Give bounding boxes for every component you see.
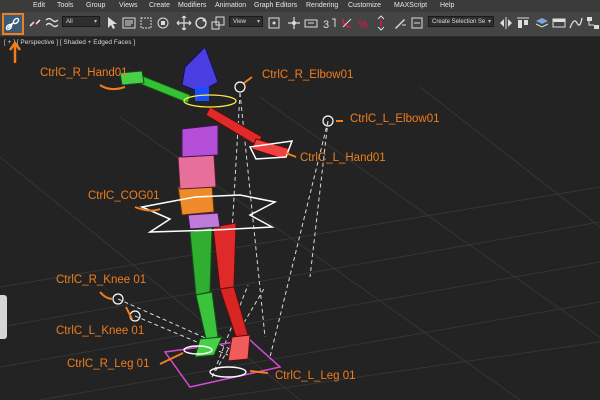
menu-create[interactable]: Create [149,1,170,10]
callout-l-hand: CtrlC_L_Hand01 [300,152,386,164]
menu-animation[interactable]: Animation [215,1,246,10]
edit-named-selection-icon[interactable] [392,15,408,31]
menu-tools[interactable]: Tools [57,1,73,10]
named-selection-set-placeholder: Create Selection Se [432,19,486,25]
select-object-icon[interactable] [104,15,120,31]
svg-text:%: % [358,19,368,31]
snaps-toggle-icon[interactable]: 3 [322,15,338,31]
percent-snap-icon[interactable]: % [356,15,372,31]
menu-edit[interactable]: Edit [33,1,45,10]
torso-mesh [177,124,221,230]
menu-help[interactable]: Help [440,1,454,10]
select-and-link-button[interactable] [2,13,24,35]
menu-maxscript[interactable]: MAXScript [394,1,427,10]
command-panel-tab[interactable] [0,295,7,339]
graphite-ribbon-icon[interactable] [551,15,567,31]
neck-mesh [195,87,209,101]
neck-control [183,94,237,108]
spinner-snap-icon[interactable] [373,15,389,31]
viewport-scene [0,40,600,400]
chevron-down-icon: ▾ [487,19,491,25]
head-mesh [181,46,219,93]
schematic-view-icon[interactable] [585,15,599,31]
callout-l-elbow: CtrlC_L_Elbow01 [350,113,440,125]
mirror-icon[interactable] [498,15,514,31]
callout-cog: CtrlC_COG01 [88,190,160,202]
left-arm-mesh [205,106,291,160]
callout-r-knee: CtrlC_R_Knee 01 [56,274,147,286]
callout-r-hand: CtrlC_R_Hand01 [40,67,128,79]
layer-manager-icon[interactable] [534,15,550,31]
window-crossing-icon[interactable] [155,15,171,31]
select-by-name-icon[interactable] [121,15,137,31]
unlink-icon[interactable] [27,15,43,31]
callout-l-knee: CtrlC_L_Knee 01 [56,325,145,337]
reference-coord-value: View [233,19,246,25]
callout-r-leg: CtrlC_R_Leg 01 [67,358,150,370]
ground-grid [0,86,600,400]
select-scale-icon[interactable] [210,15,226,31]
select-manipulate-icon[interactable] [286,15,302,31]
menu-customize[interactable]: Customize [348,1,381,10]
select-rotate-icon[interactable] [193,15,209,31]
annotation-arrow-up [8,40,22,63]
l-leg-control [209,366,247,378]
perspective-viewport[interactable]: [ + ] [ Perspective ] [ Shaded + Edged F… [0,37,600,400]
svg-text:3: 3 [323,19,329,31]
reference-coord-dropdown[interactable]: View ▾ [229,16,263,27]
curve-editor-icon[interactable] [568,15,584,31]
menu-rendering[interactable]: Rendering [306,1,338,10]
feet-footprint-frame [163,339,282,388]
named-selection-icon[interactable] [409,15,425,31]
selection-filter-value: All [66,19,73,25]
selection-filter-dropdown[interactable]: All ▾ [62,16,100,27]
selection-region-icon[interactable] [138,15,154,31]
select-move-icon[interactable] [176,15,192,31]
chevron-down-icon: ▾ [256,19,260,25]
main-toolbar: All ▾ View ▾ 3 % Create Selection Se ▾ [0,12,600,37]
callout-l-leg: CtrlC_L_Leg 01 [275,370,356,382]
callout-r-elbow: CtrlC_R_Elbow01 [262,69,354,81]
angle-snap-icon[interactable] [339,15,355,31]
menu-graph-editors[interactable]: Graph Editors [254,1,297,10]
bind-spacewarp-icon[interactable] [44,15,60,31]
r-elbow-control [234,81,246,93]
keyboard-shortcut-override-icon[interactable] [303,15,319,31]
chevron-down-icon: ▾ [93,19,97,25]
menu-views[interactable]: Views [119,1,138,10]
menu-modifiers[interactable]: Modifiers [178,1,206,10]
pivot-center-icon[interactable] [266,15,282,31]
align-icon[interactable] [515,15,531,31]
menu-group[interactable]: Group [86,1,105,10]
link-icon [5,17,20,31]
named-selection-set-dropdown[interactable]: Create Selection Se ▾ [428,16,494,27]
right-arm-mesh [119,70,191,104]
